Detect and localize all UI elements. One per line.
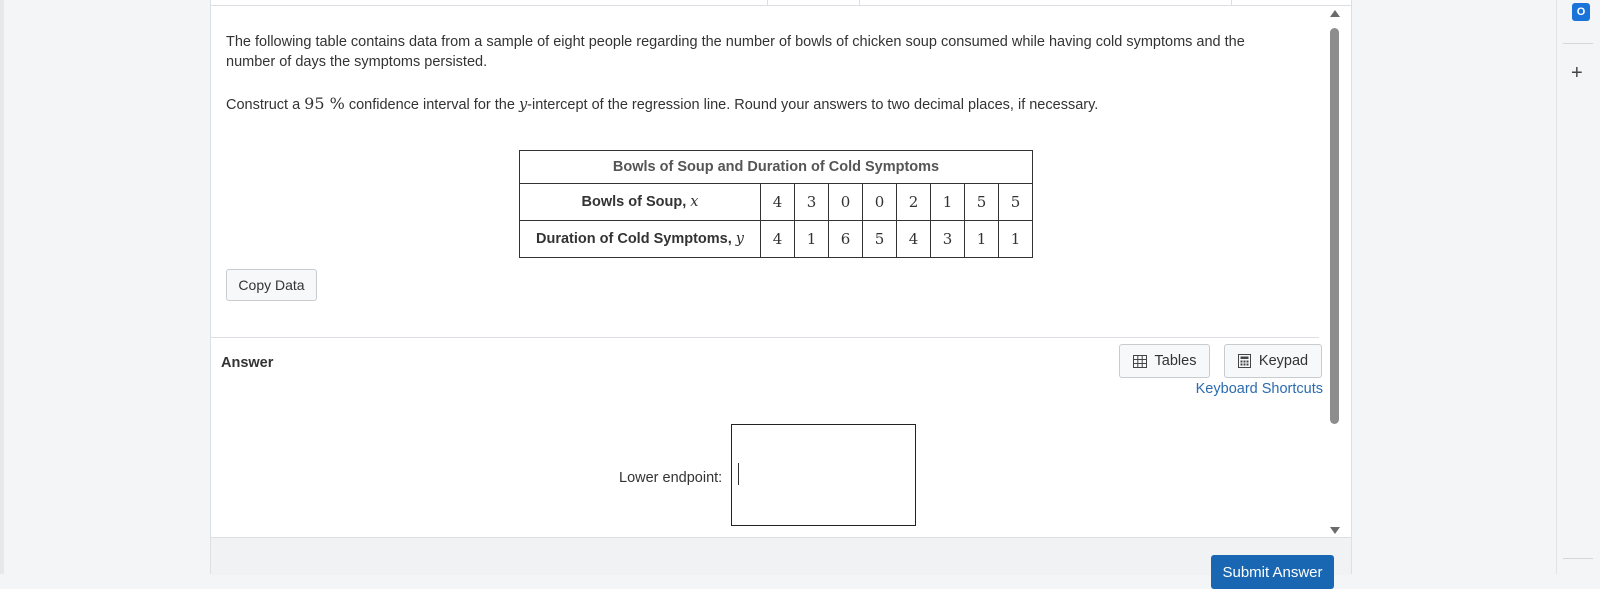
tab-separator — [1231, 0, 1232, 5]
y-variable: y — [735, 231, 744, 247]
answer-section: Answer Tables Keypad Keyboard Shortcuts … — [211, 337, 1323, 538]
keypad-button[interactable]: Keypad — [1224, 344, 1322, 378]
table-grid-icon — [1132, 354, 1147, 368]
question-panel: The following table contains data from a… — [210, 0, 1352, 589]
instruction-middle: confidence interval for the — [344, 97, 519, 113]
y-variable: y — [518, 97, 528, 113]
row-header-bowls: Bowls of Soup, x — [519, 183, 761, 221]
add-icon[interactable]: + — [1571, 62, 1583, 85]
top-divider — [211, 5, 1351, 6]
calculator-icon — [1237, 354, 1251, 368]
row-header-duration: Duration of Cold Symptoms, y — [519, 220, 761, 258]
instruction-suffix: -intercept of the regression line. Round… — [527, 97, 1099, 113]
keyboard-shortcuts-link[interactable]: Keyboard Shortcuts — [1196, 381, 1323, 397]
copy-data-button[interactable]: Copy Data — [226, 269, 317, 301]
lower-endpoint-label: Lower endpoint: — [619, 470, 723, 486]
tables-button[interactable]: Tables — [1119, 344, 1210, 378]
table-cell: 6 — [828, 220, 863, 258]
question-instruction: Construct a 95 % confidence interval for… — [226, 94, 1286, 115]
table-cell: 0 — [828, 183, 863, 221]
table-row: Bowls of Soup, x 4 3 0 0 2 1 5 5 — [519, 183, 1033, 221]
table-cell: 1 — [998, 220, 1033, 258]
scroll-down-arrow-icon[interactable] — [1330, 527, 1340, 534]
submit-answer-button[interactable]: Submit Answer — [1211, 555, 1334, 589]
row-header-label: Duration of Cold Symptoms, — [536, 231, 736, 247]
left-edge-strip — [0, 0, 4, 574]
table-cell: 4 — [760, 183, 795, 221]
instruction-prefix: Construct a — [226, 97, 305, 113]
scroll-up-arrow-icon[interactable] — [1330, 10, 1340, 17]
question-text: The following table contains data from a… — [226, 32, 1286, 137]
tab-separator — [767, 0, 768, 5]
table-title: Bowls of Soup and Duration of Cold Sympt… — [519, 150, 1033, 184]
table-cell: 5 — [998, 183, 1033, 221]
table-cell: 1 — [930, 183, 965, 221]
table-row: Duration of Cold Symptoms, y 4 1 6 5 4 3… — [519, 220, 1033, 258]
table-cell: 4 — [760, 220, 795, 258]
x-variable: x — [690, 194, 699, 210]
keypad-button-label: Keypad — [1258, 353, 1309, 369]
table-cell: 4 — [896, 220, 931, 258]
question-intro: The following table contains data from a… — [226, 34, 1245, 70]
footer-bar: Submit Answer — [211, 537, 1351, 589]
right-sidebar: O + — [1556, 0, 1600, 574]
table-cell: 2 — [896, 183, 931, 221]
lower-endpoint-input[interactable] — [731, 424, 916, 526]
vertical-scrollbar[interactable] — [1329, 10, 1341, 534]
tables-button-label: Tables — [1154, 353, 1197, 369]
row-header-label: Bowls of Soup, — [581, 194, 691, 210]
data-table: Bowls of Soup and Duration of Cold Sympt… — [519, 150, 1033, 258]
table-cell: 3 — [794, 183, 829, 221]
table-cell: 5 — [862, 220, 897, 258]
sidebar-divider — [1563, 43, 1593, 44]
table-cell: 5 — [964, 183, 999, 221]
tab-separator — [859, 0, 860, 5]
table-cell: 3 — [930, 220, 965, 258]
table-cell: 1 — [964, 220, 999, 258]
answer-heading: Answer — [221, 355, 274, 371]
outlook-icon[interactable]: O — [1572, 3, 1590, 21]
table-cell: 0 — [862, 183, 897, 221]
sidebar-divider — [1563, 558, 1593, 559]
scrollbar-thumb[interactable] — [1330, 28, 1339, 424]
table-cell: 1 — [794, 220, 829, 258]
confidence-level: 95 % — [304, 94, 345, 113]
text-caret — [738, 463, 739, 485]
